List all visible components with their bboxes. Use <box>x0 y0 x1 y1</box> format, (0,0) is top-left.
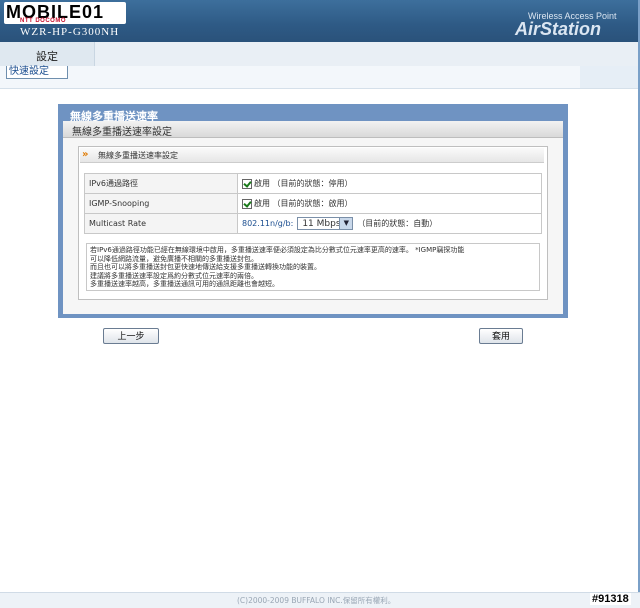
multicast-rate-value: 11 Mbps <box>302 219 341 229</box>
chevron-down-icon[interactable]: ▼ <box>339 218 353 229</box>
igmp-cell: 啟用 （目前的狀態：啟用） <box>237 193 542 214</box>
tab-strip-filler <box>95 42 640 66</box>
wireless-mode-label: 802.11n/g/b: <box>242 219 294 228</box>
igmp-status: （目前的狀態：啟用） <box>272 199 353 208</box>
igmp-enable-label: 啟用 <box>254 199 270 208</box>
copyright-text: (C)2000-2009 BUFFALO INC.保留所有權利。 <box>237 596 396 605</box>
brand-logo: AirStation <box>515 19 602 39</box>
note-line: 而且也可以將多重播送封包更快速地傳送給支援多重播送轉換功能的裝置。 <box>90 263 321 272</box>
ipv6-checkbox[interactable] <box>242 178 252 189</box>
igmp-label: IGMP-Snooping <box>84 193 238 214</box>
multicast-rate-select[interactable]: 11 Mbps ▼ <box>297 217 354 230</box>
section-title: 無線多重播送速率設定 <box>98 151 178 160</box>
watermark: #91318 <box>590 593 631 605</box>
options-table: IPv6通過路徑 啟用 （目前的狀態：停用） IGMP-Snooping 啟用 … <box>84 173 542 234</box>
table-row: IGMP-Snooping 啟用 （目前的狀態：啟用） <box>84 193 542 214</box>
ipv6-cell: 啟用 （目前的狀態：停用） <box>237 173 542 194</box>
tab-settings-label[interactable]: 設定 <box>36 48 58 64</box>
ipv6-label: IPv6通過路徑 <box>84 173 238 194</box>
note-line: 多重播送速率越高，多重播送通訊可用的通訊距離也會越短。 <box>90 280 279 289</box>
back-button[interactable]: 上一步 <box>103 328 159 344</box>
sub-nav-strip <box>580 66 640 88</box>
multicast-rate-cell: 802.11n/g/b: 11 Mbps ▼ （目前的狀態：自動） <box>237 213 542 234</box>
multicast-rate-label: Multicast Rate <box>84 213 238 234</box>
panel-subtitle: 無線多重播送速率設定 <box>72 127 172 138</box>
table-row: Multicast Rate 802.11n/g/b: 11 Mbps ▼ （目前的狀… <box>84 213 542 234</box>
note-line: 可以降低網路流量，避免廣播不相關的多重播送封包。 <box>90 254 258 263</box>
help-notes: 若IPv6通過路徑功能已經在無線環境中啟用，多重播送速率便必須設定為比分數式位元… <box>86 243 540 291</box>
multicast-rate-status: （目前的狀態：自動） <box>357 219 438 228</box>
note-line: 若IPv6通過路徑功能已經在無線環境中啟用，多重播送速率便必須設定為比分數式位元… <box>90 246 465 254</box>
ipv6-enable-label: 啟用 <box>254 179 270 188</box>
quick-setup-link[interactable]: 快速設定 <box>6 66 68 79</box>
model-name: WZR-HP-G300NH <box>20 26 120 38</box>
ipv6-status: （目前的狀態：停用） <box>272 179 353 188</box>
sub-nav-bar <box>0 66 640 89</box>
apply-button[interactable]: 套用 <box>479 328 523 344</box>
igmp-checkbox[interactable] <box>242 198 252 209</box>
logo-subtitle: NTT DOCOMO <box>20 18 66 24</box>
double-arrow-icon: » <box>82 149 89 160</box>
table-row: IPv6通過路徑 啟用 （目前的狀態：停用） <box>84 173 542 194</box>
